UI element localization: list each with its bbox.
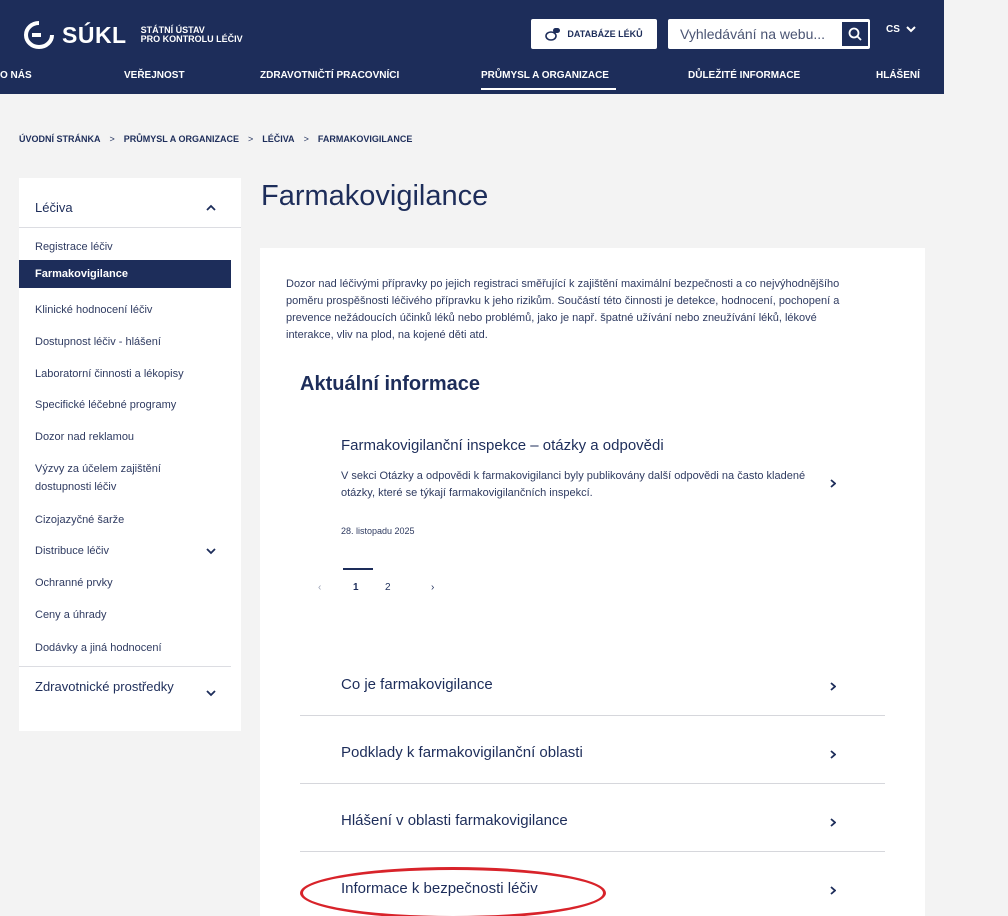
top-header: SÚKL STÁTNÍ ÚSTAV PRO KONTROLU LÉČIV DAT… (0, 0, 944, 94)
chevron-up-icon (206, 204, 216, 211)
sidebar-item-ochranne-prvky[interactable]: Ochranné prvky (19, 568, 231, 598)
main-navigation: O NÁS VEŘEJNOST ZDRAVOTNIČTÍ PRACOVNÍCI … (0, 66, 944, 94)
highlight-annotation (300, 867, 606, 916)
link-podklady[interactable]: Podklady k farmakovigilanční oblasti (300, 716, 885, 784)
logo-text: SÚKL (62, 21, 127, 48)
sidebar-item-farmakovigilance[interactable]: Farmakovigilance (19, 260, 231, 288)
sidebar-item-specificke-programy[interactable]: Specifické léčebné programy (19, 390, 231, 420)
chevron-down-icon (206, 690, 216, 697)
breadcrumb-separator: > (303, 134, 309, 144)
pagination-page-2[interactable]: 2 (385, 582, 391, 593)
breadcrumb-separator: > (247, 134, 254, 144)
chevron-down-icon (206, 548, 216, 555)
sidebar-item-laboratorni[interactable]: Laboratorní činnosti a lékopisy (19, 359, 231, 389)
pagination-next[interactable]: › (431, 582, 434, 593)
sidebar-item-dostupnost[interactable]: Dostupnost léčiv - hlášení (19, 327, 231, 357)
sukl-logo[interactable]: SÚKL STÁTNÍ ÚSTAV PRO KONTROLU LÉČIV (22, 20, 243, 50)
database-button-label: DATABÁZE LÉKŮ (567, 29, 643, 39)
search-input[interactable] (668, 26, 836, 42)
breadcrumb-separator: > (109, 134, 115, 144)
news-date: 28. listopadu 2025 (341, 526, 415, 536)
news-title[interactable]: Farmakovigilanční inspekce – otázky a od… (341, 437, 664, 454)
sukl-logo-icon (24, 21, 54, 49)
sidebar-item-distribuce[interactable]: Distribuce léčiv (19, 536, 231, 566)
nav-item-o-nas[interactable]: O NÁS (0, 70, 32, 81)
nav-item-dulezite-informace[interactable]: DŮLEŽITÉ INFORMACE (688, 70, 800, 81)
section-title: Aktuální informace (300, 373, 481, 395)
link-hlaseni[interactable]: Hlášení v oblasti farmakovigilance (300, 784, 885, 852)
news-text: V sekci Otázky a odpovědi k farmakovigil… (341, 470, 806, 499)
sidebar: Léčiva Registrace léčiv Farmakovigilance… (19, 178, 241, 731)
chevron-right-icon (830, 750, 836, 759)
nav-item-zdravotnicti-pracovnici[interactable]: ZDRAVOTNIČTÍ PRACOVNÍCI (260, 70, 399, 81)
chevron-right-icon (830, 682, 836, 691)
sidebar-divider (19, 666, 231, 667)
breadcrumb: ÚVODNÍ STRÁNKA > PRŮMYSL A ORGANIZACE > … (19, 134, 412, 144)
nav-active-indicator (481, 88, 616, 90)
sidebar-item-klinicke-hodnoceni[interactable]: Klinické hodnocení léčiv (19, 295, 231, 325)
chevron-right-icon (830, 479, 836, 488)
nav-item-verejnost[interactable]: VEŘEJNOST (124, 70, 185, 81)
sidebar-section-zdravotnicke[interactable]: Zdravotnické prostředky (35, 678, 195, 696)
database-button[interactable]: DATABÁZE LÉKŮ (531, 19, 657, 49)
link-co-je-farmakovigilance[interactable]: Co je farmakovigilance (300, 648, 885, 716)
intro-text: Dozor nad léčivými přípravky po jejich r… (286, 278, 840, 341)
pagination-page-1[interactable]: 1 (353, 582, 359, 593)
breadcrumb-item-prumysl[interactable]: PRŮMYSL A ORGANIZACE (124, 134, 239, 144)
pagination-current-indicator (343, 568, 373, 570)
nav-item-hlaseni[interactable]: HLÁŠENÍ (876, 70, 920, 81)
page-title: Farmakovigilance (261, 180, 489, 212)
nav-item-prumysl-a-organizace[interactable]: PRŮMYSL A ORGANIZACE (481, 70, 609, 81)
search-box (668, 19, 870, 49)
pagination-prev[interactable]: ‹ (318, 582, 321, 593)
chevron-right-icon (830, 818, 836, 827)
chevron-down-icon (906, 26, 916, 33)
sidebar-item-ceny-uhrady[interactable]: Ceny a úhrady (19, 600, 231, 630)
chevron-right-icon (830, 886, 836, 895)
sidebar-section-leciva[interactable]: Léčiva (19, 178, 241, 228)
sidebar-item-dodavky[interactable]: Dodávky a jiná hodnocení (19, 633, 231, 663)
language-label: CS (886, 24, 900, 35)
sidebar-section-label: Léčiva (35, 200, 73, 215)
search-icon (848, 27, 862, 41)
breadcrumb-item-leciva[interactable]: LÉČIVA (262, 134, 294, 144)
logo-subtitle: STÁTNÍ ÚSTAV PRO KONTROLU LÉČIV (140, 25, 243, 44)
page-background-strip (944, 0, 1008, 916)
sidebar-item-registrace[interactable]: Registrace léčiv (19, 232, 231, 262)
sidebar-item-vyzvy[interactable]: Výzvy za účelem zajištění dostupnosti lé… (19, 458, 219, 498)
sidebar-item-cizojazycne-sarze[interactable]: Cizojazyčné šarže (19, 505, 231, 535)
content-card: Dozor nad léčivými přípravky po jejich r… (260, 248, 925, 916)
sidebar-item-dozor-reklamou[interactable]: Dozor nad reklamou (19, 422, 231, 452)
pills-icon (545, 28, 561, 41)
search-button[interactable] (842, 22, 868, 46)
breadcrumb-item-home[interactable]: ÚVODNÍ STRÁNKA (19, 134, 101, 144)
breadcrumb-item-current: FARMAKOVIGILANCE (317, 134, 413, 144)
language-selector[interactable]: CS (886, 24, 916, 35)
